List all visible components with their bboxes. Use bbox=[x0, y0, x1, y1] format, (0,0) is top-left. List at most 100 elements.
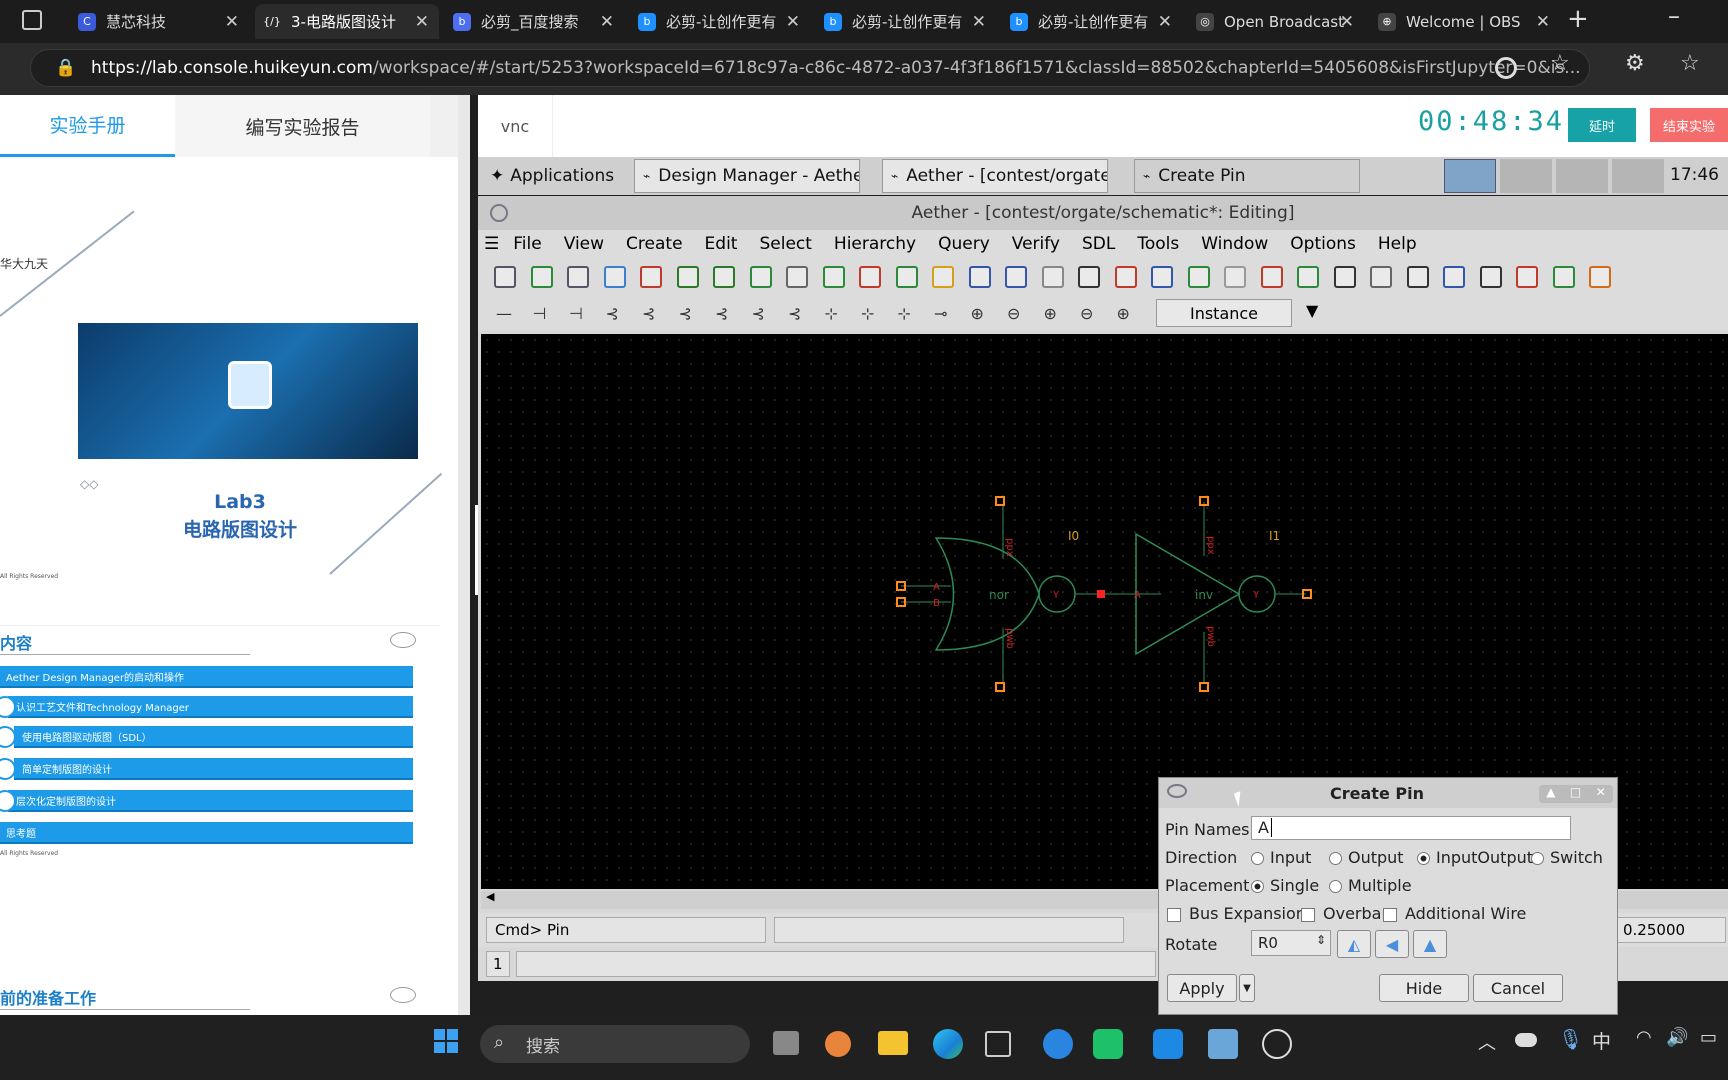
wire-tool-icon[interactable]: ⊰ bbox=[788, 304, 801, 323]
browser-tab[interactable]: b 必剪-让创作更有 ✕ bbox=[630, 4, 810, 39]
applications-menu[interactable]: ✦ Applications bbox=[482, 159, 622, 193]
menu-tools[interactable]: Tools bbox=[1137, 234, 1179, 254]
apply-dropdown-icon[interactable]: ▼ bbox=[1239, 974, 1255, 1002]
workspace-3[interactable] bbox=[1556, 159, 1608, 193]
vnc-tab[interactable]: vnc bbox=[478, 95, 553, 157]
toolbar-tool-icon[interactable] bbox=[1224, 266, 1246, 288]
nor-vdd-pin[interactable] bbox=[995, 496, 1005, 506]
mic-icon[interactable]: 🎙 bbox=[1558, 1027, 1583, 1051]
browser-tab[interactable]: b 必剪-让创作更有 ✕ bbox=[816, 4, 996, 39]
workspace-4[interactable] bbox=[1612, 159, 1664, 193]
wire-tool-icon[interactable]: ⊰ bbox=[606, 304, 619, 323]
cancel-button[interactable]: Cancel bbox=[1473, 974, 1563, 1002]
dir-input-radio[interactable]: Input bbox=[1251, 848, 1311, 867]
wire-tool-icon[interactable]: ⊹ bbox=[898, 304, 911, 323]
wire-tool-icon[interactable]: ⊕ bbox=[971, 304, 984, 323]
toolbar-tool-icon[interactable] bbox=[1041, 266, 1064, 288]
toolbar-tool-icon[interactable] bbox=[1370, 266, 1392, 288]
browser-tab[interactable]: ⊕ Welcome | OBS ✕ bbox=[1370, 4, 1560, 39]
wire-tool-icon[interactable]: — bbox=[496, 304, 512, 323]
dialog-up-icon[interactable]: ▲ bbox=[1546, 785, 1555, 803]
instance-combo[interactable]: Instance bbox=[1156, 299, 1292, 327]
browser-tab[interactable]: b 必剪_百度搜索 ✕ bbox=[445, 4, 624, 39]
battery-icon[interactable]: ▭ bbox=[1700, 1027, 1717, 1048]
tab-close-icon[interactable]: ✕ bbox=[786, 12, 800, 32]
menu-file[interactable]: File bbox=[513, 234, 541, 254]
start-icon[interactable] bbox=[434, 1029, 458, 1053]
nor-vss-pin[interactable] bbox=[995, 682, 1005, 692]
chat-app-icon[interactable] bbox=[1093, 1029, 1123, 1059]
mirror-y-button[interactable]: ◀ bbox=[1375, 930, 1409, 958]
dir-switch-radio[interactable]: Switch bbox=[1531, 848, 1603, 867]
wire-tool-icon[interactable]: ⊹ bbox=[825, 304, 838, 323]
mirror-x-button[interactable]: ▲ bbox=[1413, 930, 1447, 958]
edge-icon[interactable] bbox=[1495, 57, 1517, 79]
tab-close-icon[interactable]: ✕ bbox=[600, 12, 614, 32]
toolbar-tool-icon[interactable] bbox=[1443, 266, 1465, 288]
toolbar-tool-icon[interactable] bbox=[1187, 266, 1210, 288]
taskbar-search[interactable]: ⌕ 搜索 bbox=[480, 1025, 750, 1063]
tab-close-icon[interactable]: ✕ bbox=[415, 12, 429, 32]
scroll-left-icon[interactable]: ◀ bbox=[486, 890, 494, 903]
extensions-icon[interactable]: ⚙ bbox=[1625, 51, 1645, 76]
toolbar-tool-icon[interactable] bbox=[932, 266, 954, 288]
toolbar-tool-icon[interactable] bbox=[1114, 266, 1137, 288]
menu-help[interactable]: Help bbox=[1378, 234, 1417, 254]
toolbar-tool-icon[interactable] bbox=[1005, 266, 1027, 288]
wire-tool-icon[interactable]: ⊖ bbox=[1007, 304, 1020, 323]
browser-tab[interactable]: b 必剪-让创作更有 ✕ bbox=[1002, 4, 1182, 39]
toolbar-tool-icon[interactable] bbox=[895, 266, 918, 288]
toolbar-tool-icon[interactable] bbox=[640, 266, 662, 288]
tab-report[interactable]: 编写实验报告 bbox=[175, 95, 430, 157]
dir-output-radio[interactable]: Output bbox=[1329, 848, 1404, 867]
task-view-icon[interactable] bbox=[773, 1031, 799, 1055]
toolbar-tool-icon[interactable] bbox=[530, 266, 553, 288]
bus-expansion-checkbox[interactable]: Bus Expansion bbox=[1167, 904, 1306, 923]
grid-value-field[interactable]: 0.25000 bbox=[1616, 917, 1726, 943]
wire-tool-icon[interactable]: ⊕ bbox=[1117, 304, 1130, 323]
edge-taskbar-icon[interactable] bbox=[933, 1029, 963, 1059]
toolbar-tool-icon[interactable] bbox=[1078, 266, 1100, 288]
toolbar-tool-icon[interactable] bbox=[1260, 266, 1283, 288]
wire-tool-icon[interactable]: ⊰ bbox=[642, 304, 655, 323]
spin-icon[interactable]: ⇕ bbox=[1316, 933, 1326, 947]
minimize-icon[interactable]: – bbox=[1668, 2, 1680, 30]
additional-wire-checkbox[interactable]: Additional Wire bbox=[1383, 904, 1526, 923]
wire-tool-icon[interactable]: ⊰ bbox=[679, 304, 692, 323]
extend-button[interactable]: 延时 bbox=[1568, 108, 1636, 142]
toolbar-tool-icon[interactable] bbox=[749, 266, 772, 288]
file-explorer-icon[interactable] bbox=[878, 1031, 908, 1055]
menu-app-icon[interactable]: ☰ bbox=[484, 234, 499, 254]
taskbar-aether-schematic[interactable]: ⌁ Aether - [contest/orgate/... bbox=[882, 159, 1108, 193]
ime-indicator[interactable]: 中 bbox=[1592, 1027, 1611, 1054]
tab-close-icon[interactable]: ✕ bbox=[1536, 12, 1550, 32]
menu-sdl[interactable]: SDL bbox=[1082, 234, 1115, 254]
toolbar-tool-icon[interactable] bbox=[786, 266, 808, 288]
box-app-icon[interactable] bbox=[985, 1031, 1011, 1057]
toolbar-tool-icon[interactable] bbox=[603, 266, 626, 288]
menu-options[interactable]: Options bbox=[1290, 234, 1356, 254]
obs-icon[interactable] bbox=[1262, 1029, 1292, 1059]
chart-app-icon[interactable] bbox=[1208, 1029, 1238, 1059]
menu-hierarchy[interactable]: Hierarchy bbox=[834, 234, 916, 254]
wifi-icon[interactable]: ◠ bbox=[1636, 1027, 1652, 1048]
volume-icon[interactable]: 🔊 bbox=[1666, 1027, 1688, 1048]
pin-names-input[interactable]: A bbox=[1251, 816, 1571, 840]
toolbar-tool-icon[interactable] bbox=[494, 266, 516, 288]
end-lab-button[interactable]: 结束实验 bbox=[1650, 108, 1728, 142]
tab-manual[interactable]: 实验手册 bbox=[0, 95, 175, 157]
rotate-select[interactable]: R0 ⇕ bbox=[1251, 930, 1331, 956]
menu-window[interactable]: Window bbox=[1201, 234, 1268, 254]
menu-query[interactable]: Query bbox=[938, 234, 990, 254]
overbar-checkbox[interactable]: Overbar bbox=[1301, 904, 1388, 923]
wire-tool-icon[interactable]: ⊹ bbox=[861, 304, 874, 323]
toolbar-tool-icon[interactable] bbox=[822, 266, 845, 288]
favorite-icon[interactable]: ☆ bbox=[1550, 51, 1570, 76]
wire-tool-icon[interactable]: ⊰ bbox=[752, 304, 765, 323]
app-g-icon[interactable] bbox=[825, 1031, 851, 1057]
ie-icon[interactable] bbox=[1043, 1029, 1073, 1059]
hide-button[interactable]: Hide bbox=[1379, 974, 1469, 1002]
toolbar-tool-icon[interactable] bbox=[676, 266, 699, 288]
tab-close-icon[interactable]: ✕ bbox=[972, 12, 986, 32]
menu-select[interactable]: Select bbox=[759, 234, 811, 254]
